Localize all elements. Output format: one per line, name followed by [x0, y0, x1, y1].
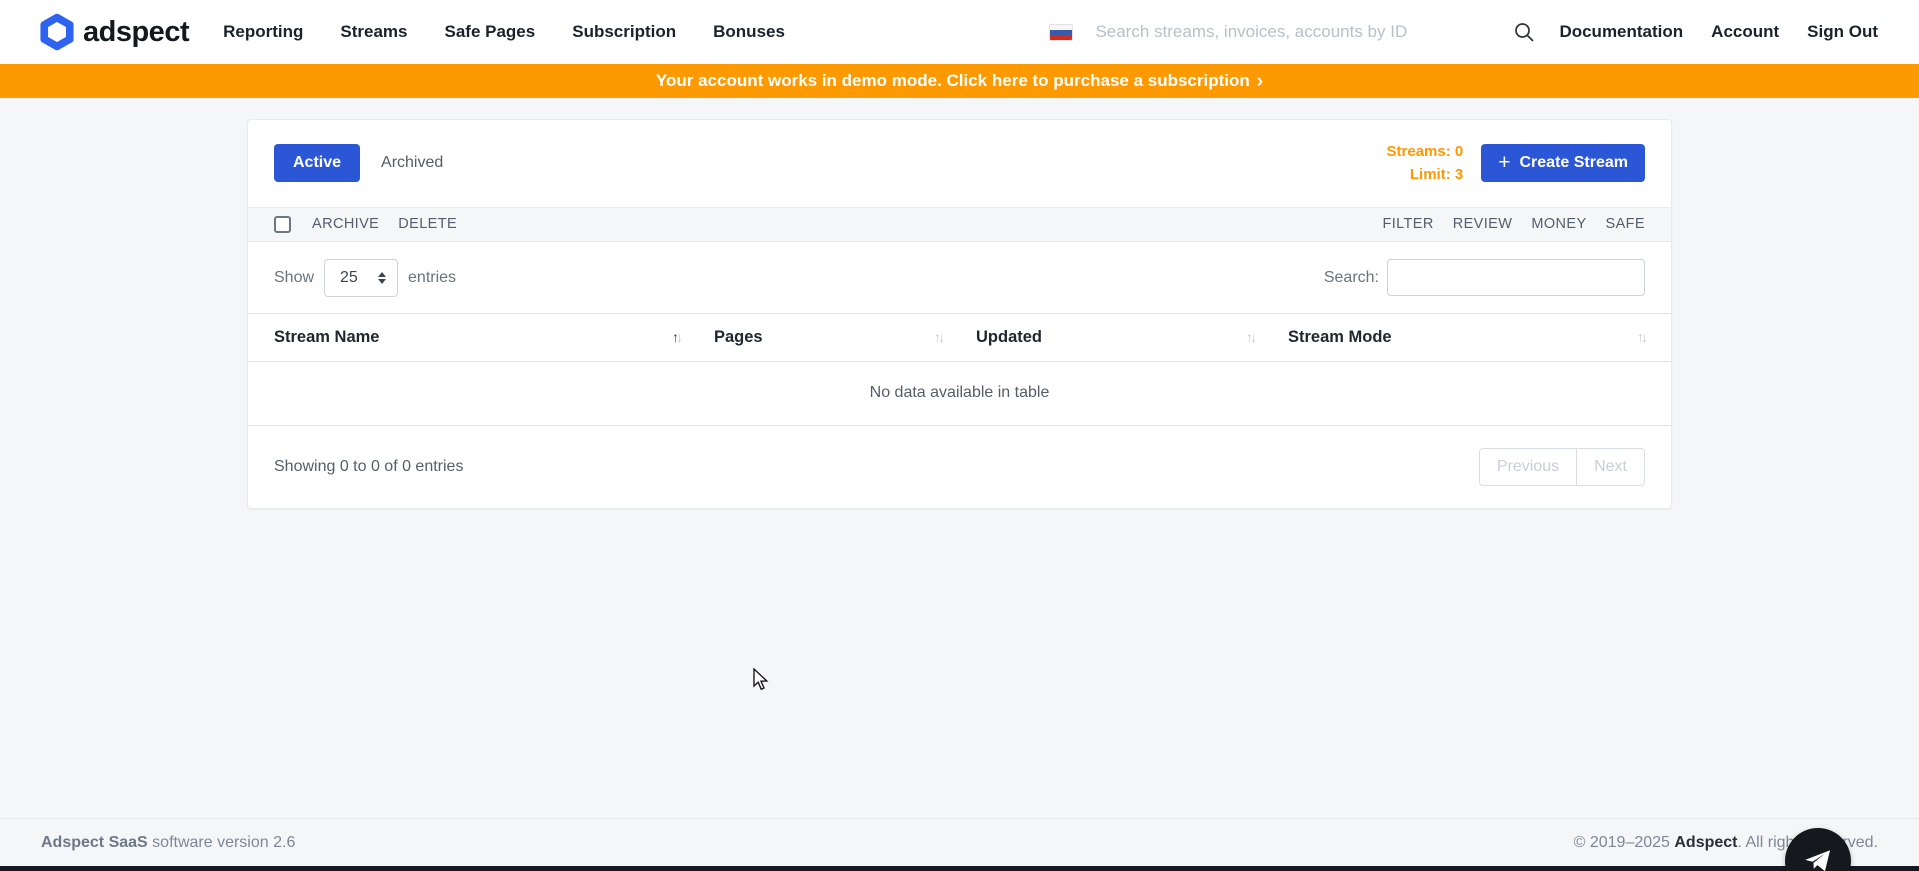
archive-action[interactable]: ARCHIVE [312, 216, 379, 232]
topbar-links: Documentation Account Sign Out [1559, 22, 1878, 42]
table-empty-row: No data available in table [248, 362, 1671, 426]
nav-item-documentation[interactable]: Documentation [1559, 22, 1683, 42]
chevron-right-icon: › [1257, 73, 1263, 90]
entries-label: entries [408, 269, 456, 287]
top-navigation-bar: adspect Reporting Streams Safe Pages Sub… [0, 0, 1919, 64]
previous-page-button[interactable]: Previous [1479, 448, 1576, 486]
sort-icon: ↑↓ [672, 329, 680, 345]
sort-icon: ↑↓ [1246, 329, 1254, 345]
empty-state-text: No data available in table [870, 384, 1050, 402]
bulk-actions-toolbar: ARCHIVE DELETE FILTER REVIEW MONEY SAFE [248, 207, 1671, 242]
review-action[interactable]: REVIEW [1453, 216, 1513, 232]
sort-icon: ↑↓ [1637, 329, 1645, 345]
create-stream-button[interactable]: + Create Stream [1481, 144, 1645, 182]
money-action[interactable]: MONEY [1531, 216, 1586, 232]
footer-version-text: Adspect SaaS software version 2.6 [41, 834, 295, 852]
table-footer-row: Showing 0 to 0 of 0 entries Previous Nex… [248, 426, 1671, 508]
column-header-stream-mode[interactable]: Stream Mode ↑↓ [1288, 328, 1645, 347]
nav-item-streams[interactable]: Streams [340, 22, 407, 42]
nav-item-subscription[interactable]: Subscription [572, 22, 676, 42]
tab-archived[interactable]: Archived [381, 154, 443, 172]
demo-mode-banner-text: Your account works in demo mode. Click h… [656, 71, 1250, 91]
nav-item-sign-out[interactable]: Sign Out [1807, 22, 1878, 42]
sort-icon: ↑↓ [934, 329, 942, 345]
column-header-stream-name[interactable]: Stream Name ↑↓ [274, 328, 714, 347]
next-page-button[interactable]: Next [1576, 448, 1645, 486]
main-content: Active Archived Streams: 0 Limit: 3 + Cr… [0, 98, 1919, 818]
telegram-icon [1801, 844, 1835, 871]
mouse-cursor [752, 668, 772, 696]
column-header-updated[interactable]: Updated ↑↓ [976, 328, 1288, 347]
language-flag-icon[interactable] [1049, 24, 1073, 41]
nav-item-safe-pages[interactable]: Safe Pages [445, 22, 536, 42]
streams-card: Active Archived Streams: 0 Limit: 3 + Cr… [247, 119, 1672, 509]
streams-card-header: Active Archived Streams: 0 Limit: 3 + Cr… [248, 120, 1671, 207]
table-controls-row: Show 25 entries Search: [248, 242, 1671, 313]
safe-action[interactable]: SAFE [1606, 216, 1645, 232]
streams-limit: Limit: 3 [1387, 163, 1464, 186]
logo-wordmark: adspect [83, 16, 189, 49]
adspect-logo-icon [40, 13, 74, 51]
demo-mode-banner[interactable]: Your account works in demo mode. Click h… [0, 64, 1919, 98]
nav-item-bonuses[interactable]: Bonuses [713, 22, 785, 42]
nav-item-account[interactable]: Account [1711, 22, 1779, 42]
column-header-pages[interactable]: Pages ↑↓ [714, 328, 976, 347]
select-all-checkbox[interactable] [274, 216, 291, 233]
search-icon[interactable] [1513, 21, 1535, 43]
pagination: Previous Next [1479, 448, 1645, 486]
page-size-select[interactable]: 25 [324, 259, 398, 297]
stream-quota: Streams: 0 Limit: 3 [1387, 140, 1464, 187]
adspect-logo[interactable]: adspect [40, 13, 189, 51]
main-nav: Reporting Streams Safe Pages Subscriptio… [223, 22, 785, 42]
streams-count: Streams: 0 [1387, 140, 1464, 163]
tab-active[interactable]: Active [274, 144, 360, 182]
plus-icon: + [1498, 155, 1510, 171]
topbar-right: Documentation Account Sign Out [1049, 21, 1878, 43]
table-search-input[interactable] [1387, 259, 1645, 296]
page-footer: Adspect SaaS software version 2.6 © 2019… [0, 818, 1919, 866]
table-search-label: Search: [1324, 269, 1379, 287]
show-label: Show [274, 269, 314, 287]
nav-item-reporting[interactable]: Reporting [223, 22, 303, 42]
table-header-row: Stream Name ↑↓ Pages ↑↓ Updated ↑↓ Strea… [248, 313, 1671, 362]
table-search-wrap: Search: [1324, 259, 1645, 296]
bottom-strip [0, 866, 1919, 871]
filter-action[interactable]: FILTER [1382, 216, 1433, 232]
delete-action[interactable]: DELETE [398, 216, 457, 232]
select-arrows-icon [378, 272, 386, 284]
showing-entries-text: Showing 0 to 0 of 0 entries [274, 458, 463, 476]
global-search-input[interactable] [1095, 22, 1503, 42]
